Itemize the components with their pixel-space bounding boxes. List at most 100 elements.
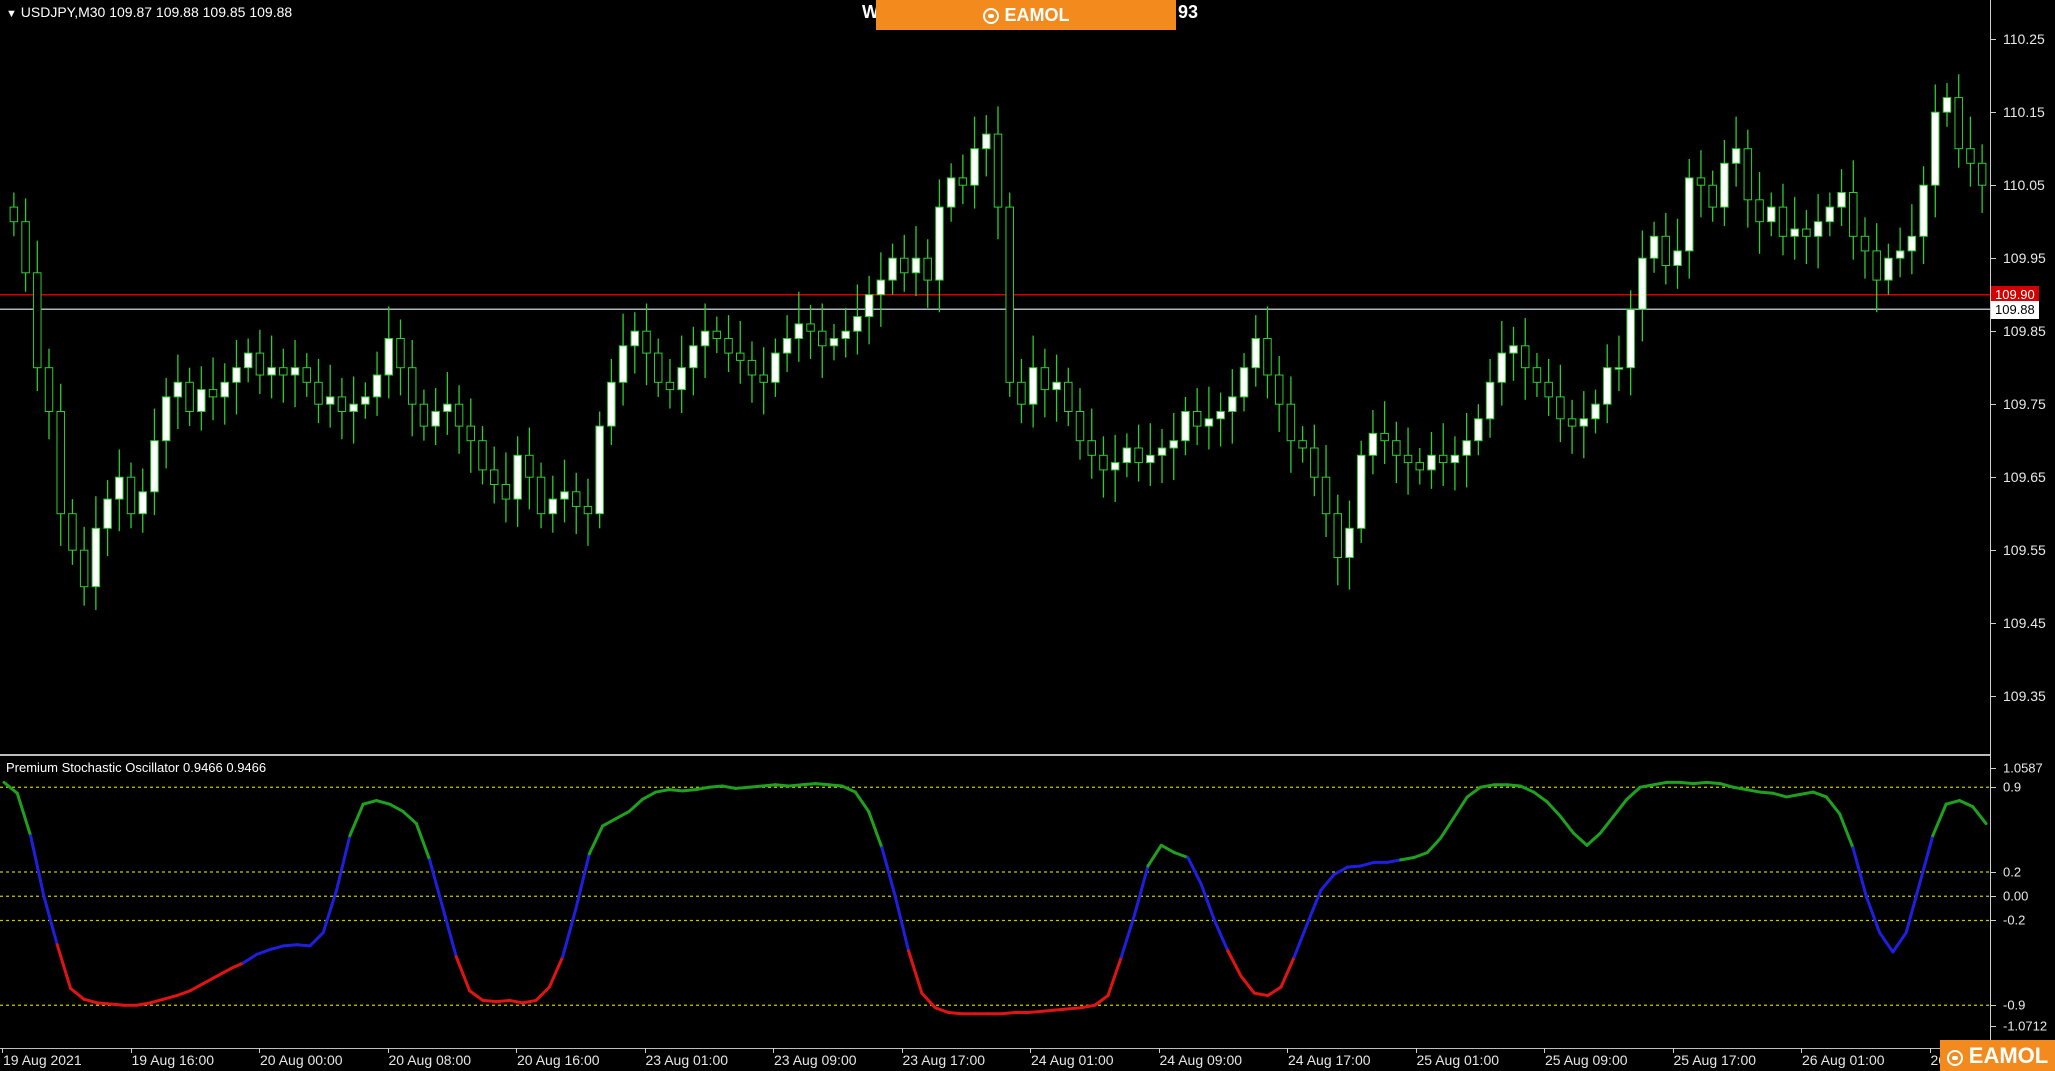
candle-body: [1157, 447, 1167, 456]
oscillator-segment: [627, 797, 644, 813]
indicator-axis-tick: [1990, 768, 1996, 769]
oscillator-segment: [1199, 882, 1216, 922]
oscillator-segment: [228, 961, 245, 971]
candle: [1438, 423, 1448, 486]
candle-body: [290, 367, 300, 376]
candle-body: [911, 257, 921, 274]
oscillator-segment: [787, 783, 804, 788]
candle-body: [1239, 367, 1249, 398]
candle-body: [1005, 206, 1014, 383]
price-axis-label: 109.55: [2003, 542, 2046, 559]
candle: [1731, 116, 1741, 187]
price-axis[interactable]: [1990, 0, 2055, 1071]
oscillator-segment: [1332, 865, 1350, 876]
oscillator-segment: [827, 783, 844, 788]
candle: [454, 385, 464, 454]
candle-body: [68, 513, 77, 551]
candle: [407, 339, 417, 437]
candle-body: [1778, 206, 1788, 237]
oscillator-segment: [1159, 843, 1177, 855]
candle-body: [1743, 148, 1753, 201]
candle-body: [1860, 235, 1870, 252]
candle: [1052, 354, 1061, 422]
candle-body: [1731, 148, 1741, 164]
candle-body: [173, 381, 183, 398]
candle: [21, 198, 30, 292]
oscillator-segment: [1385, 858, 1403, 864]
candle-body: [759, 374, 768, 383]
candle: [818, 303, 827, 378]
time-axis-label: 24 Aug 01:00: [1031, 1052, 1114, 1068]
time-axis-label: 25 Aug 01:00: [1416, 1052, 1500, 1068]
candle: [1392, 421, 1401, 484]
candle-body: [1509, 345, 1518, 354]
candle-body: [138, 491, 147, 515]
candle-body: [115, 476, 124, 500]
candle-body: [44, 367, 54, 413]
time-axis-label: 23 Aug 17:00: [902, 1052, 986, 1068]
candle: [571, 472, 581, 535]
price-chart-canvas[interactable]: [0, 0, 1990, 754]
candle-body: [1942, 97, 1952, 113]
candle-body: [1427, 454, 1436, 471]
oscillator-segment: [1505, 783, 1522, 788]
candle: [1919, 166, 1928, 265]
oscillator-segment: [1558, 814, 1576, 835]
symbol-info-text: USDJPY,M30 109.87 109.88 109.85 109.88: [20, 4, 293, 20]
oscillator-segment: [707, 784, 724, 789]
oscillator-chart-canvas[interactable]: [0, 758, 1990, 1048]
candle: [1216, 392, 1225, 447]
oscillator-segment: [1691, 780, 1709, 786]
candle-body: [1602, 367, 1612, 405]
candle: [185, 367, 194, 427]
collapse-arrow-icon[interactable]: ▼: [6, 8, 17, 20]
candle: [489, 446, 499, 504]
candle: [1544, 358, 1553, 416]
candle-body: [79, 549, 89, 588]
indicator-axis-tick: [1990, 1026, 1996, 1027]
indicator-pane[interactable]: [0, 758, 1990, 1048]
candle: [1239, 353, 1249, 412]
price-chart-pane[interactable]: [0, 0, 1990, 754]
candle: [1720, 139, 1729, 227]
pane-divider[interactable]: [0, 754, 1990, 756]
candle-body: [1790, 228, 1799, 237]
candle: [1520, 318, 1530, 400]
oscillator-segment: [1864, 894, 1882, 935]
candle-body: [243, 352, 253, 369]
candle: [1778, 183, 1788, 256]
candle-body: [1802, 228, 1811, 237]
candle: [220, 363, 229, 425]
candle-body: [1849, 192, 1858, 237]
indicator-axis-label: 0.00: [2003, 888, 2029, 904]
oscillator-segment: [414, 822, 432, 862]
candle: [677, 335, 686, 413]
oscillator-segment: [1186, 855, 1203, 886]
candle: [1474, 404, 1483, 456]
candle-body: [1181, 411, 1190, 442]
candle: [361, 382, 370, 419]
oscillator-segment: [1053, 1007, 1070, 1012]
candle-body: [267, 367, 276, 376]
candle: [466, 398, 476, 473]
time-axis-label: 24 Aug 17:00: [1288, 1052, 1371, 1068]
oscillator-segment: [920, 991, 937, 1010]
candle-body: [1380, 432, 1389, 442]
oscillator-segment: [82, 997, 99, 1005]
oscillator-segment: [867, 809, 884, 850]
candle-body: [1286, 403, 1296, 442]
candle: [712, 316, 722, 354]
oscillator-segment: [388, 802, 405, 813]
candle: [501, 452, 511, 523]
time-axis-label: 26 Aug 01:00: [1802, 1052, 1885, 1068]
candle-body: [560, 491, 569, 500]
time-axis-label: 23 Aug 01:00: [645, 1052, 729, 1068]
indicator-axis-label: 0.2: [2003, 864, 2022, 880]
brand-text: EAMOL: [1004, 5, 1070, 25]
candle: [79, 526, 89, 606]
robot-logo-icon: [1946, 1050, 1963, 1066]
price-axis-label: 109.35: [2003, 688, 2046, 705]
time-axis-label: 19 Aug 16:00: [131, 1052, 215, 1068]
price-axis-tick: [1990, 696, 1996, 698]
oscillator-segment: [1532, 790, 1549, 804]
